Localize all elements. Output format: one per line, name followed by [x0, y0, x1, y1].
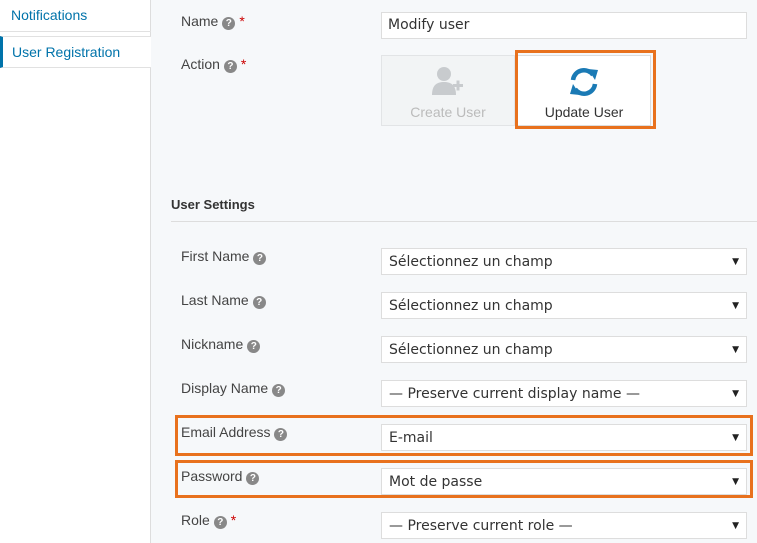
required-mark: *: [239, 13, 245, 29]
required-mark: *: [240, 56, 247, 72]
sidebar-item-label: User Registration: [12, 44, 121, 60]
nickname-value: Sélectionnez un champ: [389, 342, 553, 358]
name-label: Name: [181, 13, 219, 29]
action-label: Action: [181, 56, 220, 72]
settings-panel: Name? * Modify user Action? * Create User …: [151, 0, 757, 543]
display-name-select[interactable]: — Preserve current display name — ▼: [381, 380, 747, 407]
last-name-label: Last Name: [181, 292, 249, 308]
nickname-label-row: Nickname?: [181, 334, 261, 354]
display-name-value: — Preserve current display name —: [389, 386, 640, 402]
chevron-down-icon: ▼: [732, 257, 739, 267]
first-name-value: Sélectionnez un champ: [389, 254, 553, 270]
help-icon[interactable]: ?: [223, 60, 237, 73]
create-user-label: Create User: [410, 104, 486, 120]
highlight-password: [175, 460, 753, 498]
help-icon[interactable]: ?: [247, 340, 261, 353]
help-icon[interactable]: ?: [253, 252, 267, 265]
chevron-down-icon: ▼: [732, 521, 739, 531]
sidebar: Notifications User Registration: [0, 0, 151, 543]
name-input[interactable]: Modify user: [381, 12, 747, 39]
help-icon[interactable]: ?: [252, 296, 266, 309]
display-name-label-row: Display Name?: [181, 378, 286, 398]
name-label-row: Name? *: [181, 11, 245, 31]
nickname-select[interactable]: Sélectionnez un champ ▼: [381, 336, 747, 363]
first-name-label: First Name: [181, 248, 250, 264]
chevron-down-icon: ▼: [732, 389, 739, 399]
help-icon[interactable]: ?: [272, 384, 286, 397]
last-name-label-row: Last Name?: [181, 290, 266, 310]
help-icon[interactable]: ?: [222, 17, 236, 30]
last-name-select[interactable]: Sélectionnez un champ ▼: [381, 292, 747, 319]
section-divider: [171, 221, 757, 222]
role-label: Role: [181, 512, 210, 528]
highlight-email-address: [175, 415, 753, 456]
role-label-row: Role? *: [181, 510, 236, 530]
sidebar-item-label: Notifications: [11, 7, 88, 23]
nickname-label: Nickname: [181, 336, 244, 352]
action-label-row: Action? *: [181, 54, 246, 74]
first-name-label-row: First Name?: [181, 246, 267, 266]
highlight-update-user: [515, 50, 656, 129]
required-mark: *: [230, 512, 237, 528]
section-title: User Settings: [171, 197, 255, 212]
role-select[interactable]: — Preserve current role — ▼: [381, 512, 747, 539]
role-value: — Preserve current role —: [389, 518, 573, 534]
sidebar-item-notifications[interactable]: Notifications: [0, 0, 151, 32]
sidebar-item-user-registration[interactable]: User Registration: [0, 36, 151, 68]
create-user-option[interactable]: Create User: [381, 55, 515, 126]
first-name-select[interactable]: Sélectionnez un champ ▼: [381, 248, 747, 275]
chevron-down-icon: ▼: [732, 345, 739, 355]
help-icon[interactable]: ?: [213, 516, 227, 529]
display-name-label: Display Name: [181, 380, 269, 396]
add-user-icon: [432, 66, 464, 99]
last-name-value: Sélectionnez un champ: [389, 298, 553, 314]
chevron-down-icon: ▼: [732, 301, 739, 311]
